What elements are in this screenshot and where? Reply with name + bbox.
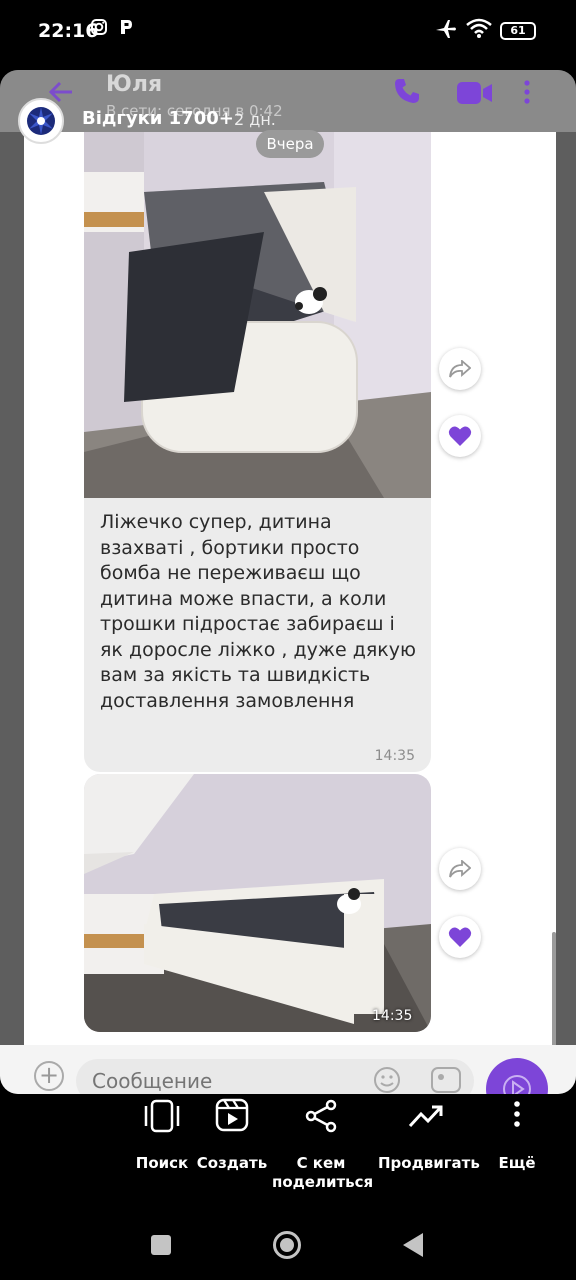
action-promote[interactable]: Продвигать <box>378 1094 480 1173</box>
battery-icon: 61 <box>500 22 536 40</box>
story-account-name[interactable]: Відгуки 1700+ <box>82 108 234 129</box>
bed-photo-1[interactable] <box>84 132 431 498</box>
forward-button-2[interactable] <box>439 848 481 890</box>
message-text: Ліжечко супер, дитина взахваті , бортики… <box>100 511 416 712</box>
heart-icon <box>448 426 472 446</box>
action-more[interactable]: Ещё <box>492 1094 542 1173</box>
story-post-age: 2 дн. <box>234 110 276 129</box>
search-frame-icon <box>144 1099 180 1133</box>
contact-name: Юля <box>106 72 163 97</box>
back-triangle-icon[interactable] <box>402 1232 424 1262</box>
add-attachment-icon[interactable]: + <box>34 1061 64 1091</box>
share-icon <box>305 1099 337 1133</box>
forward-button[interactable] <box>439 348 481 390</box>
story-action-bar: Поиск Создать С кем поделиться Продвигат… <box>0 1094 576 1204</box>
forward-icon <box>449 360 471 378</box>
like-button[interactable] <box>439 415 481 457</box>
create-reel-icon <box>215 1098 249 1132</box>
trending-up-icon <box>408 1105 443 1128</box>
account-avatar[interactable] <box>18 98 64 144</box>
instagram-icon <box>90 18 108 41</box>
video-call-icon[interactable] <box>456 80 494 110</box>
airplane-icon <box>434 18 458 45</box>
message-bubble[interactable]: Ліжечко супер, дитина взахваті , бортики… <box>84 498 431 772</box>
photo-time: 14:35 <box>372 1008 413 1024</box>
recents-square-icon[interactable] <box>150 1234 172 1260</box>
bed-photo-2[interactable] <box>84 774 431 1032</box>
forward-icon <box>449 860 471 878</box>
action-search-label: Поиск <box>135 1154 189 1172</box>
send-button[interactable] <box>486 1058 548 1094</box>
more-vertical-icon <box>514 1101 520 1127</box>
phone-icon[interactable] <box>392 76 422 110</box>
action-share-label: С кем поделиться <box>272 1154 374 1191</box>
action-more-label: Ещё <box>498 1154 536 1172</box>
action-share[interactable]: С кем поделиться <box>272 1094 374 1192</box>
message-time: 14:35 <box>374 748 415 764</box>
send-icon <box>503 1075 531 1094</box>
status-bar: 22:16 61 <box>0 0 576 64</box>
more-vertical-icon[interactable] <box>522 78 532 110</box>
wifi-icon <box>466 18 492 43</box>
story-frame[interactable]: Юля В сети: сегодня в 0:42 Відгуки 1700+… <box>0 70 576 1094</box>
like-button-2[interactable] <box>439 916 481 958</box>
p-app-icon <box>118 18 134 41</box>
action-search[interactable]: Поиск <box>130 1094 194 1173</box>
gallery-icon[interactable] <box>430 1065 462 1094</box>
action-create[interactable]: Создать <box>196 1094 268 1173</box>
home-circle-icon[interactable] <box>272 1230 302 1264</box>
system-nav-bar <box>0 1204 576 1280</box>
heart-icon <box>448 927 472 947</box>
message-input[interactable] <box>76 1059 474 1094</box>
emoji-icon[interactable] <box>372 1065 402 1094</box>
date-separator: Вчера <box>256 130 324 158</box>
action-promote-label: Продвигать <box>378 1154 480 1172</box>
action-create-label: Создать <box>196 1154 268 1172</box>
